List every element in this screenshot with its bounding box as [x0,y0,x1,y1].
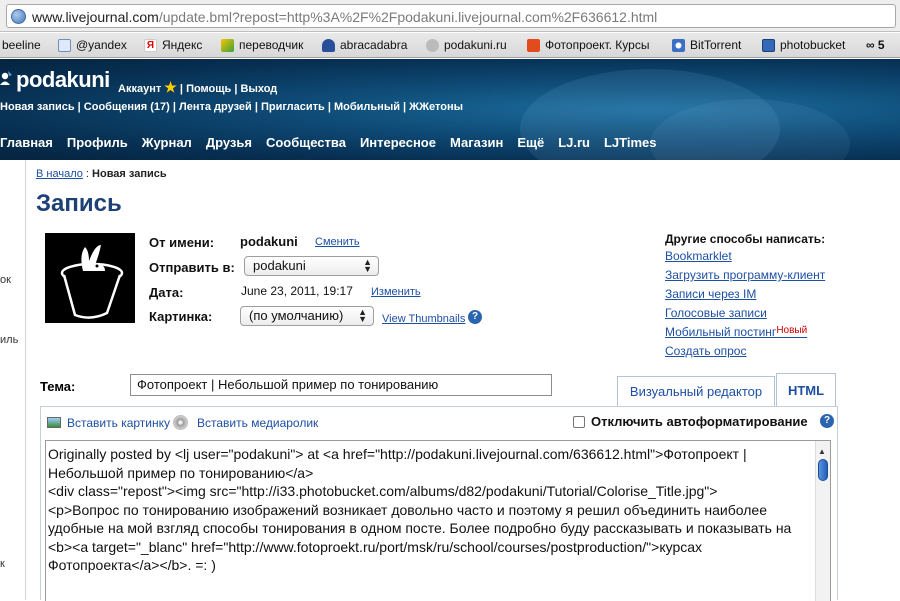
nav-profile[interactable]: Профиль [67,135,128,150]
nav-ljru[interactable]: LJ.ru [558,135,590,150]
logout-link[interactable]: Выход [241,83,278,95]
nav-shop[interactable]: Магазин [450,135,503,150]
autoformat-label[interactable]: Отключить автоформатирование [591,414,808,429]
browser-address-bar: www.livejournal.com/update.bml?repost=ht… [0,0,900,32]
scroll-thumb[interactable] [818,459,828,481]
user-icon [322,38,335,52]
bookmark-yandex[interactable]: Я Яндекс [144,38,202,52]
bookmark-fotoproekt[interactable]: Фотопроект. Курсы [527,38,649,52]
breadcrumb-current: Новая запись [92,168,167,180]
sidebar-fragment[interactable]: ок [0,274,11,286]
bookmark-abracadabra[interactable]: abracadabra [322,38,407,52]
bookmark-yandex-mail[interactable]: @yandex [58,38,127,52]
mail-icon [58,38,71,52]
nav-more[interactable]: Ещё [517,135,544,150]
user-logo[interactable]: podakuni [0,67,110,93]
main-content: ок иль к В начало : Новая запись Запись … [0,160,900,601]
help-icon[interactable]: ? [468,310,482,324]
subject-label: Тема: [40,379,76,394]
sidebar-fragment[interactable]: к [0,558,5,570]
nav-interesting[interactable]: Интересное [360,135,436,150]
post-to-label: Отправить в: [149,260,235,275]
nav-ljtimes[interactable]: LJTimes [604,135,657,150]
userpic [45,233,135,323]
livejournal-header: podakuni Аккаунт ★ | Помощь | Выход Нова… [0,59,900,160]
autoformat-checkbox[interactable] [573,416,585,428]
media-disc-icon[interactable] [173,415,188,430]
picture-select[interactable]: (по умолчанию) ▲ ▼ [240,306,374,326]
view-thumbnails-link[interactable]: View Thumbnails [382,313,465,325]
bookmarks-bar: beeline @yandex Я Яндекс переводчик abrac… [0,33,900,58]
bookmarklet-link[interactable]: Bookmarklet [665,249,825,265]
from-value: podakuni [240,234,298,249]
posts-via-im-link[interactable]: Записи через IM [665,287,825,303]
breadcrumb-home-link[interactable]: В начало [36,168,83,180]
subnav-links[interactable]: Новая запись | Сообщения (17) | Лента др… [0,101,463,113]
url-text: www.livejournal.com/update.bml?repost=ht… [32,9,658,25]
post-to-value: podakuni [253,258,306,273]
bookmark-translator[interactable]: переводчик [221,38,303,52]
bookmark-beeline[interactable]: beeline [2,38,41,52]
account-link[interactable]: Аккаунт [118,83,161,95]
globe-icon [11,9,26,24]
tab-visual-editor[interactable]: Визуальный редактор [617,376,775,406]
date-label: Дата: [149,285,184,300]
picture-label: Картинка: [149,309,213,324]
help-icon[interactable]: ? [820,414,834,428]
username-logo: podakuni [16,67,110,92]
other-ways-heading: Другие способы написать: [665,232,826,246]
magic-hat-rabbit-icon [45,233,135,323]
breadcrumb-separator: : [82,168,93,180]
bookmark-more[interactable]: ∞ 5 [866,38,885,52]
bookmark-podakuni[interactable]: podakuni.ru [426,38,507,52]
post-to-select[interactable]: podakuni ▲ ▼ [244,256,379,276]
voice-posts-link[interactable]: Голосовые записи [665,306,825,322]
editor-box: Вставить картинку Вставить медиаролик От… [40,406,838,601]
image-icon[interactable] [47,417,61,428]
change-user-link[interactable]: Сменить [315,236,360,248]
nav-home[interactable]: Главная [0,135,53,150]
breadcrumb: В начало : Новая запись [36,168,167,180]
post-body-textarea[interactable]: Originally posted by <lj user="podakuni"… [45,440,831,601]
help-link[interactable]: Помощь [186,83,231,95]
download-client-link[interactable]: Загрузить программу-клиент [665,268,825,284]
subject-input[interactable]: Фотопроект | Небольшой пример по тониров… [130,374,552,396]
nav-journal[interactable]: Журнал [142,135,192,150]
textarea-scrollbar[interactable]: ▲ [815,441,830,601]
tab-html[interactable]: HTML [776,373,836,407]
post-body-text: Originally posted by <lj user="podakuni"… [48,446,792,573]
star-icon: ★ [164,79,177,95]
yandex-icon: Я [144,38,157,52]
change-date-link[interactable]: Изменить [371,286,421,298]
photobucket-icon [762,38,775,52]
sidebar-fragment[interactable]: иль [0,334,18,346]
new-badge: Новый [776,325,808,336]
insert-media-button[interactable]: Вставить медиаролик [197,416,318,430]
bittorrent-icon [672,38,685,52]
date-value: June 23, 2011, 19:17 [241,284,353,298]
url-input[interactable]: www.livejournal.com/update.bml?repost=ht… [6,4,896,28]
left-sidebar-edge: ок иль к [0,160,26,600]
editor-toolbar: Вставить картинку Вставить медиаролик От… [41,407,837,437]
nav-friends[interactable]: Друзья [206,135,252,150]
translator-icon [221,38,234,52]
mobile-posting-link[interactable]: Мобильный постингНовый [665,325,825,341]
select-arrows-icon: ▲ ▼ [363,257,372,274]
bookmark-photobucket[interactable]: photobucket [762,38,845,52]
mobile-posting-label: Мобильный постинг [665,325,777,339]
account-links: Аккаунт ★ | Помощь | Выход [118,79,278,95]
insert-image-button[interactable]: Вставить картинку [67,416,170,430]
page-title: Запись [36,190,122,217]
other-ways-panel: Другие способы написать: Bookmarklet Заг… [665,232,825,363]
nav-communities[interactable]: Сообщества [266,135,346,150]
from-label: От имени: [149,235,215,250]
picture-value: (по умолчанию) [249,308,344,323]
fotoproekt-icon [527,38,540,52]
bookmark-bittorrent[interactable]: BitTorrent [672,38,741,52]
user-head-icon [0,69,14,91]
create-poll-link[interactable]: Создать опрос [665,344,825,360]
globe-icon [426,38,439,52]
main-nav: Главная Профиль Журнал Друзья Сообщества Инте… [0,135,671,150]
select-arrows-icon: ▲ ▼ [358,307,367,324]
